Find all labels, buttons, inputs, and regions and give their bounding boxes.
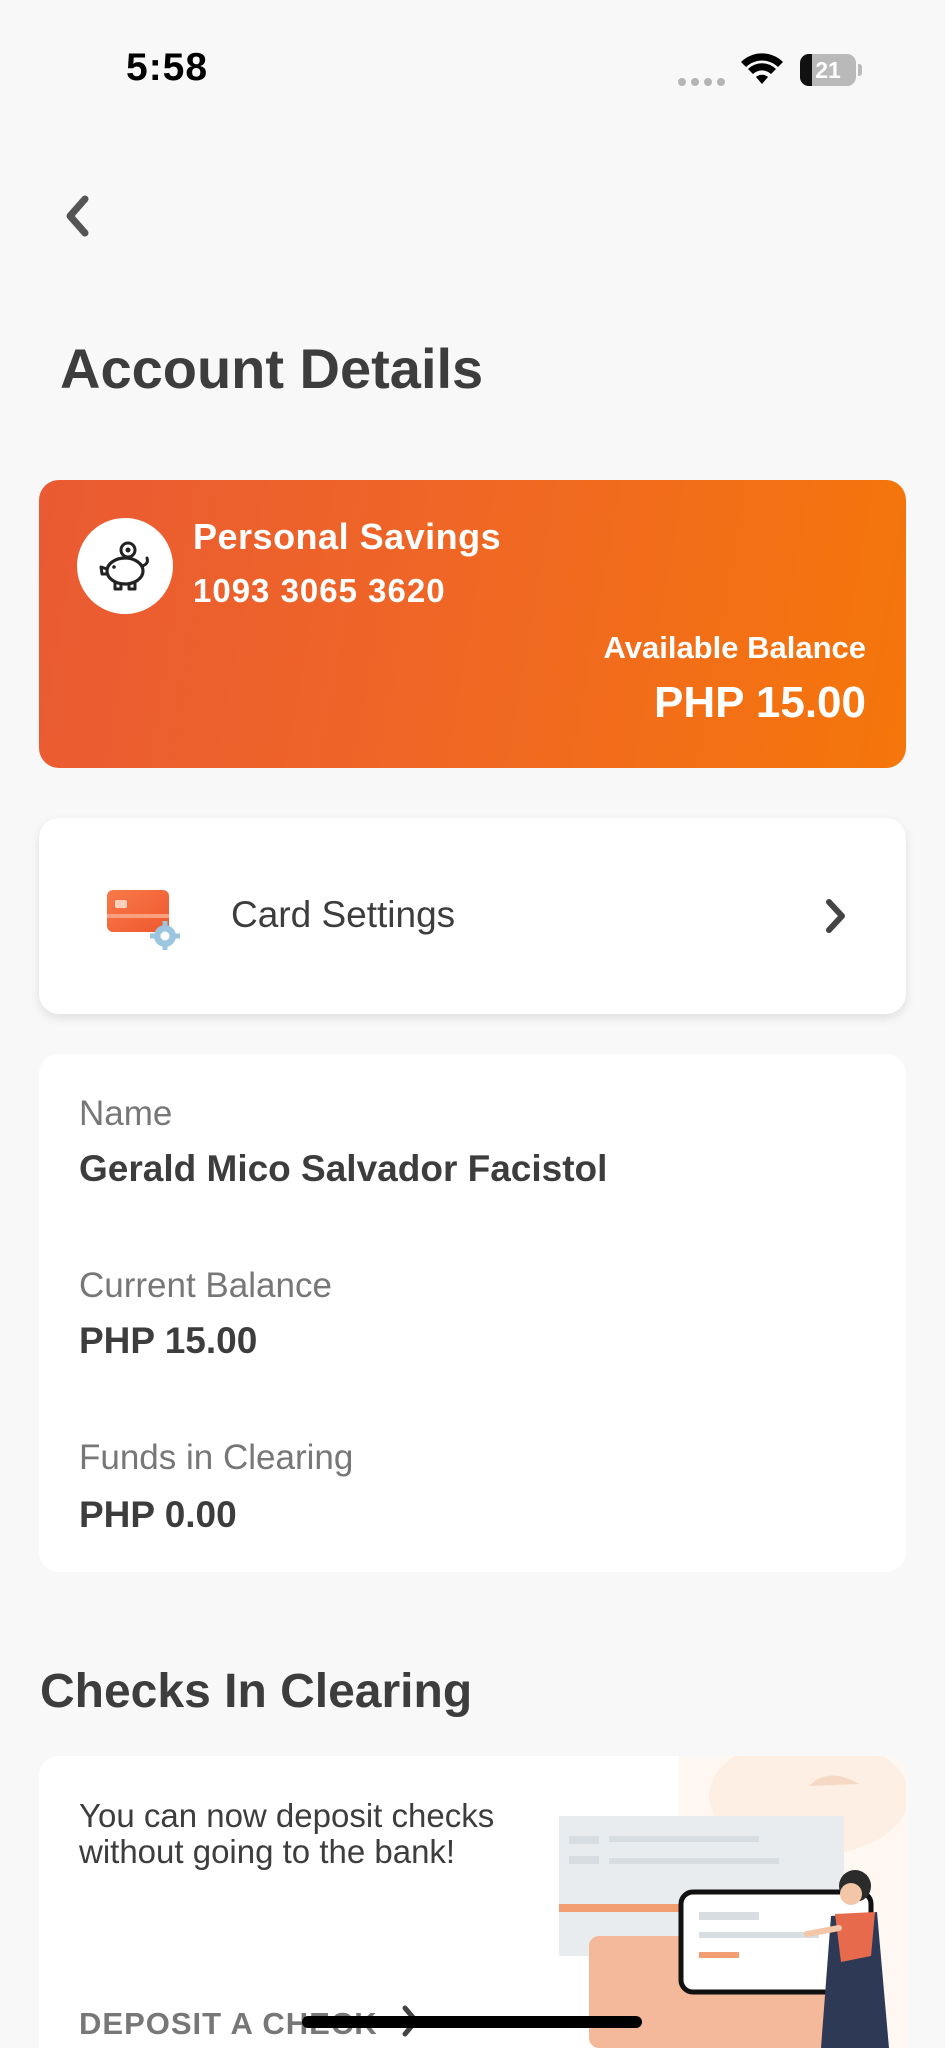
page-title: Account Details bbox=[60, 337, 484, 400]
deposit-check-card: You can now deposit checks without going… bbox=[39, 1756, 906, 2048]
home-indicator[interactable] bbox=[302, 2016, 642, 2028]
name-label: Name bbox=[79, 1094, 173, 1133]
account-name: Personal Savings bbox=[193, 516, 502, 557]
chevron-left-icon bbox=[66, 195, 89, 237]
deposit-promo-text: You can now deposit checks without going… bbox=[79, 1797, 495, 1870]
funds-in-clearing-label: Funds in Clearing bbox=[79, 1438, 354, 1477]
piggy-bank-icon bbox=[99, 541, 149, 591]
battery-level: 21 bbox=[815, 57, 841, 83]
status-bar: 5:58 21 bbox=[0, 0, 945, 130]
check-deposit-illustration bbox=[559, 1756, 906, 2048]
checks-in-clearing-title: Checks In Clearing bbox=[40, 1665, 473, 1718]
wifi-icon bbox=[741, 53, 783, 84]
funds-in-clearing-value: PHP 0.00 bbox=[79, 1494, 237, 1535]
card-settings-label: Card Settings bbox=[231, 894, 456, 935]
account-summary-card[interactable]: Personal Savings 1093 3065 3620 Availabl… bbox=[39, 480, 906, 768]
current-balance-label: Current Balance bbox=[79, 1266, 332, 1305]
name-value: Gerald Mico Salvador Facistol bbox=[79, 1148, 608, 1189]
status-time: 5:58 bbox=[126, 46, 209, 89]
account-details-list: Name Gerald Mico Salvador Facistol Curre… bbox=[39, 1054, 906, 1572]
battery-icon: 21 bbox=[800, 54, 862, 86]
card-settings-icon bbox=[107, 890, 180, 950]
card-settings-button[interactable]: Card Settings bbox=[39, 818, 906, 1014]
current-balance-value: PHP 15.00 bbox=[79, 1320, 258, 1361]
available-balance-value: PHP 15.00 bbox=[653, 678, 866, 727]
account-details-screen: 5:58 21 Account Details Personal Savings… bbox=[0, 0, 945, 2048]
back-button[interactable] bbox=[52, 186, 102, 246]
account-avatar bbox=[77, 518, 173, 614]
account-number: 1093 3065 3620 bbox=[193, 572, 446, 609]
chevron-right-icon bbox=[826, 899, 845, 933]
cellular-signal-icon bbox=[678, 78, 725, 86]
available-balance-label: Available Balance bbox=[603, 630, 867, 665]
